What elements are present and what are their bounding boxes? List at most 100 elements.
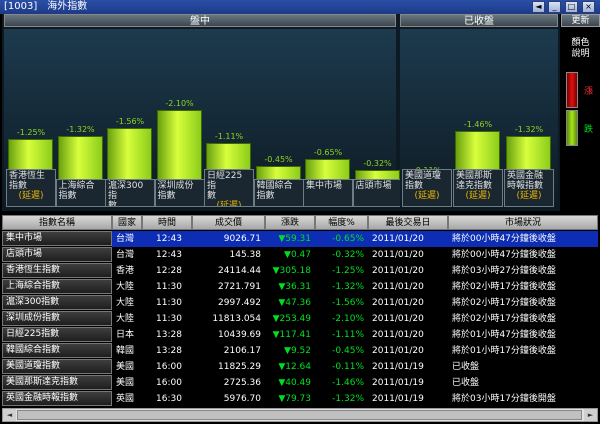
delayed-label: (延遲) [18,191,44,201]
table-cell-date: 2011/01/20 [372,234,424,244]
table-cell-status: 已收盤 [452,362,480,372]
table-row[interactable]: 大陸 11:30 2997.492 ▼47.36 -1.56% 2011/01/20 將於0… [112,295,598,311]
index-name-button[interactable]: 上海綜合指數 [2,279,112,294]
table-cell-date: 2011/01/20 [372,266,424,276]
horizontal-scrollbar[interactable]: ◄ ► [2,408,598,422]
bar-pct-label: -1.25% [16,127,46,137]
bar-name-label[interactable]: 滬深300指數 [105,179,155,207]
index-name-button[interactable]: 英國金融時報指數 [2,391,112,406]
header-change[interactable]: 漲跌 [265,215,315,230]
title-bar: [1003] 海外指數 ◄ _ □ × [0,0,600,14]
table-cell-country: 美國 [116,378,135,388]
table-cell-status: 將於00小時47分鐘後收盤 [452,250,556,260]
bar-name-label[interactable]: 韓國綜合 指數 [253,179,304,207]
table-cell-change: ▼47.36 [278,298,311,308]
bar-pct-label: -1.46% [463,120,493,130]
bar-name-line2: 達克指數 [456,181,493,191]
bar-name-label[interactable]: 店頭市場 [352,179,403,207]
bar-name-line1: 美國那斯 [456,171,493,181]
table-row[interactable]: 美國 16:00 2725.36 ▼40.49 -1.46% 2011/01/19 已收盤 [112,375,598,391]
bar-name-label[interactable]: 深圳成份 指數 [154,179,205,207]
table-row[interactable]: 大陸 11:30 11813.054 ▼253.49 -2.10% 2011/01/20 將… [112,311,598,327]
index-name-button[interactable]: 店頭市場 [2,247,112,262]
bar-name-line2: 指數 [256,191,275,201]
table-cell-price: 10439.69 [218,330,261,340]
table-row[interactable]: 大陸 11:30 2721.791 ▼36.31 -1.32% 2011/01/20 將於0… [112,279,598,295]
table-cell-time: 16:30 [156,394,182,404]
delayed-label: (延遲) [465,191,491,201]
table-cell-country: 大陸 [116,282,135,292]
table-cell-pct: -1.46% [332,378,364,388]
header-last-date[interactable]: 最後交易日 [368,215,448,230]
update-button[interactable]: 更新 [561,14,600,27]
table-cell-change: ▼253.49 [272,314,311,324]
table-cell-pct: -0.32% [332,250,364,260]
bar-name-line1: 日經225指 [207,171,243,191]
minimize-button[interactable]: _ [548,1,561,13]
index-name-button[interactable]: 韓國綜合指數 [2,343,112,358]
table-cell-price: 11825.29 [218,362,261,372]
table-cell-time: 12:28 [156,266,182,276]
table-row[interactable]: 台灣 12:43 145.38 ▼0.47 -0.32% 2011/01/20 將於00小時… [112,247,598,263]
down-legend-label: 跌 [584,125,594,135]
table-cell-status: 將於02小時17分鐘後收盤 [452,282,556,292]
table-cell-price: 5976.70 [223,394,261,404]
table-cell-date: 2011/01/19 [372,362,424,372]
header-country[interactable]: 國家 [112,215,142,230]
header-pct[interactable]: 幅度% [315,215,368,230]
bar-name-label[interactable]: 美國那斯 達克指數 (延遲) [453,169,503,207]
live-market-header: 盤中 [4,14,396,27]
header-status[interactable]: 市場狀況 [448,215,598,230]
table-cell-change: ▼0.47 [284,250,311,260]
table-row[interactable]: 台灣 12:43 9026.71 ▼59.31 -0.65% 2011/01/20 將於00… [112,231,598,247]
header-time[interactable]: 時間 [142,215,192,230]
bar-name-label[interactable]: 日經225指數 (延遲) [204,169,254,207]
index-chart-panel: 盤中 已收盤 -1.25% 香港恆生 指數 (延遲) -1.32% 上海綜合 指數 -1.56… [2,14,560,211]
table-cell-price: 9026.71 [223,234,261,244]
index-name-button[interactable]: 日經225指數 [2,327,112,342]
table-row[interactable]: 美國 16:00 11825.29 ▼12.64 -0.11% 2011/01/19 已收盤 [112,359,598,375]
index-bar [156,109,202,181]
index-name-button[interactable]: 美國道瓊指數 [2,359,112,374]
scroll-right-icon[interactable]: ► [584,409,597,421]
scroll-left-icon[interactable]: ◄ [3,409,16,421]
index-table: 指數名稱 國家 時間 成交價 漲跌 幅度% 最後交易日 市場狀況 集中市場 台灣 12:43 9026… [2,215,598,407]
bar-pct-label: -0.45% [264,154,293,164]
table-row[interactable]: 英國 16:30 5976.70 ▼79.73 -1.32% 2011/01/19 將於03… [112,391,598,407]
table-cell-date: 2011/01/20 [372,346,424,356]
table-row[interactable]: 韓國 13:28 2106.17 ▼9.52 -0.45% 2011/01/20 將於01小… [112,343,598,359]
index-name-button[interactable]: 香港恆生指數 [2,263,112,278]
bar-name-label[interactable]: 上海綜合 指數 [55,179,106,207]
close-button[interactable]: × [582,1,595,13]
bar-name-label[interactable]: 美國道瓊 指數 (延遲) [402,169,452,207]
table-cell-price: 145.38 [229,250,262,260]
bar-name-line2: 指數 [58,191,77,201]
bar-name-label[interactable]: 英國金融 時報指數 (延遲) [504,169,554,207]
table-cell-time: 16:00 [156,378,182,388]
closed-market-header: 已收盤 [400,14,558,27]
table-cell-change: ▼9.52 [284,346,311,356]
table-cell-time: 13:28 [156,346,182,356]
header-name[interactable]: 指數名稱 [2,215,112,230]
index-name-button[interactable]: 深圳成份指數 [2,311,112,326]
scroll-thumb[interactable] [17,410,582,420]
table-cell-country: 美國 [116,362,135,372]
bar-name-label[interactable]: 香港恆生 指數 (延遲) [6,169,56,207]
bar-name-line1: 深圳成份 [157,181,194,191]
back-button[interactable]: ◄ [532,1,545,13]
table-row[interactable]: 日本 13:28 10439.69 ▼117.41 -1.11% 2011/01/20 將於… [112,327,598,343]
table-cell-price: 2106.17 [223,346,261,356]
up-color-swatch [566,72,578,108]
index-name-button[interactable]: 滬深300指數 [2,295,112,310]
table-cell-pct: -0.65% [332,234,364,244]
table-cell-change: ▼117.41 [272,330,311,340]
header-price[interactable]: 成交價 [192,215,265,230]
bar-name-label[interactable]: 集中市場 [303,179,353,207]
table-cell-status: 將於03小時17分鐘後開盤 [452,394,556,404]
index-name-button[interactable]: 集中市場 [2,231,112,246]
window-title: [1003] 海外指數 [4,1,88,12]
index-name-button[interactable]: 美國那斯達克指數 [2,375,112,390]
table-cell-time: 12:43 [156,234,182,244]
table-row[interactable]: 香港 12:28 24114.44 ▼305.18 -1.25% 2011/01/20 將於… [112,263,598,279]
maximize-button[interactable]: □ [565,1,578,13]
